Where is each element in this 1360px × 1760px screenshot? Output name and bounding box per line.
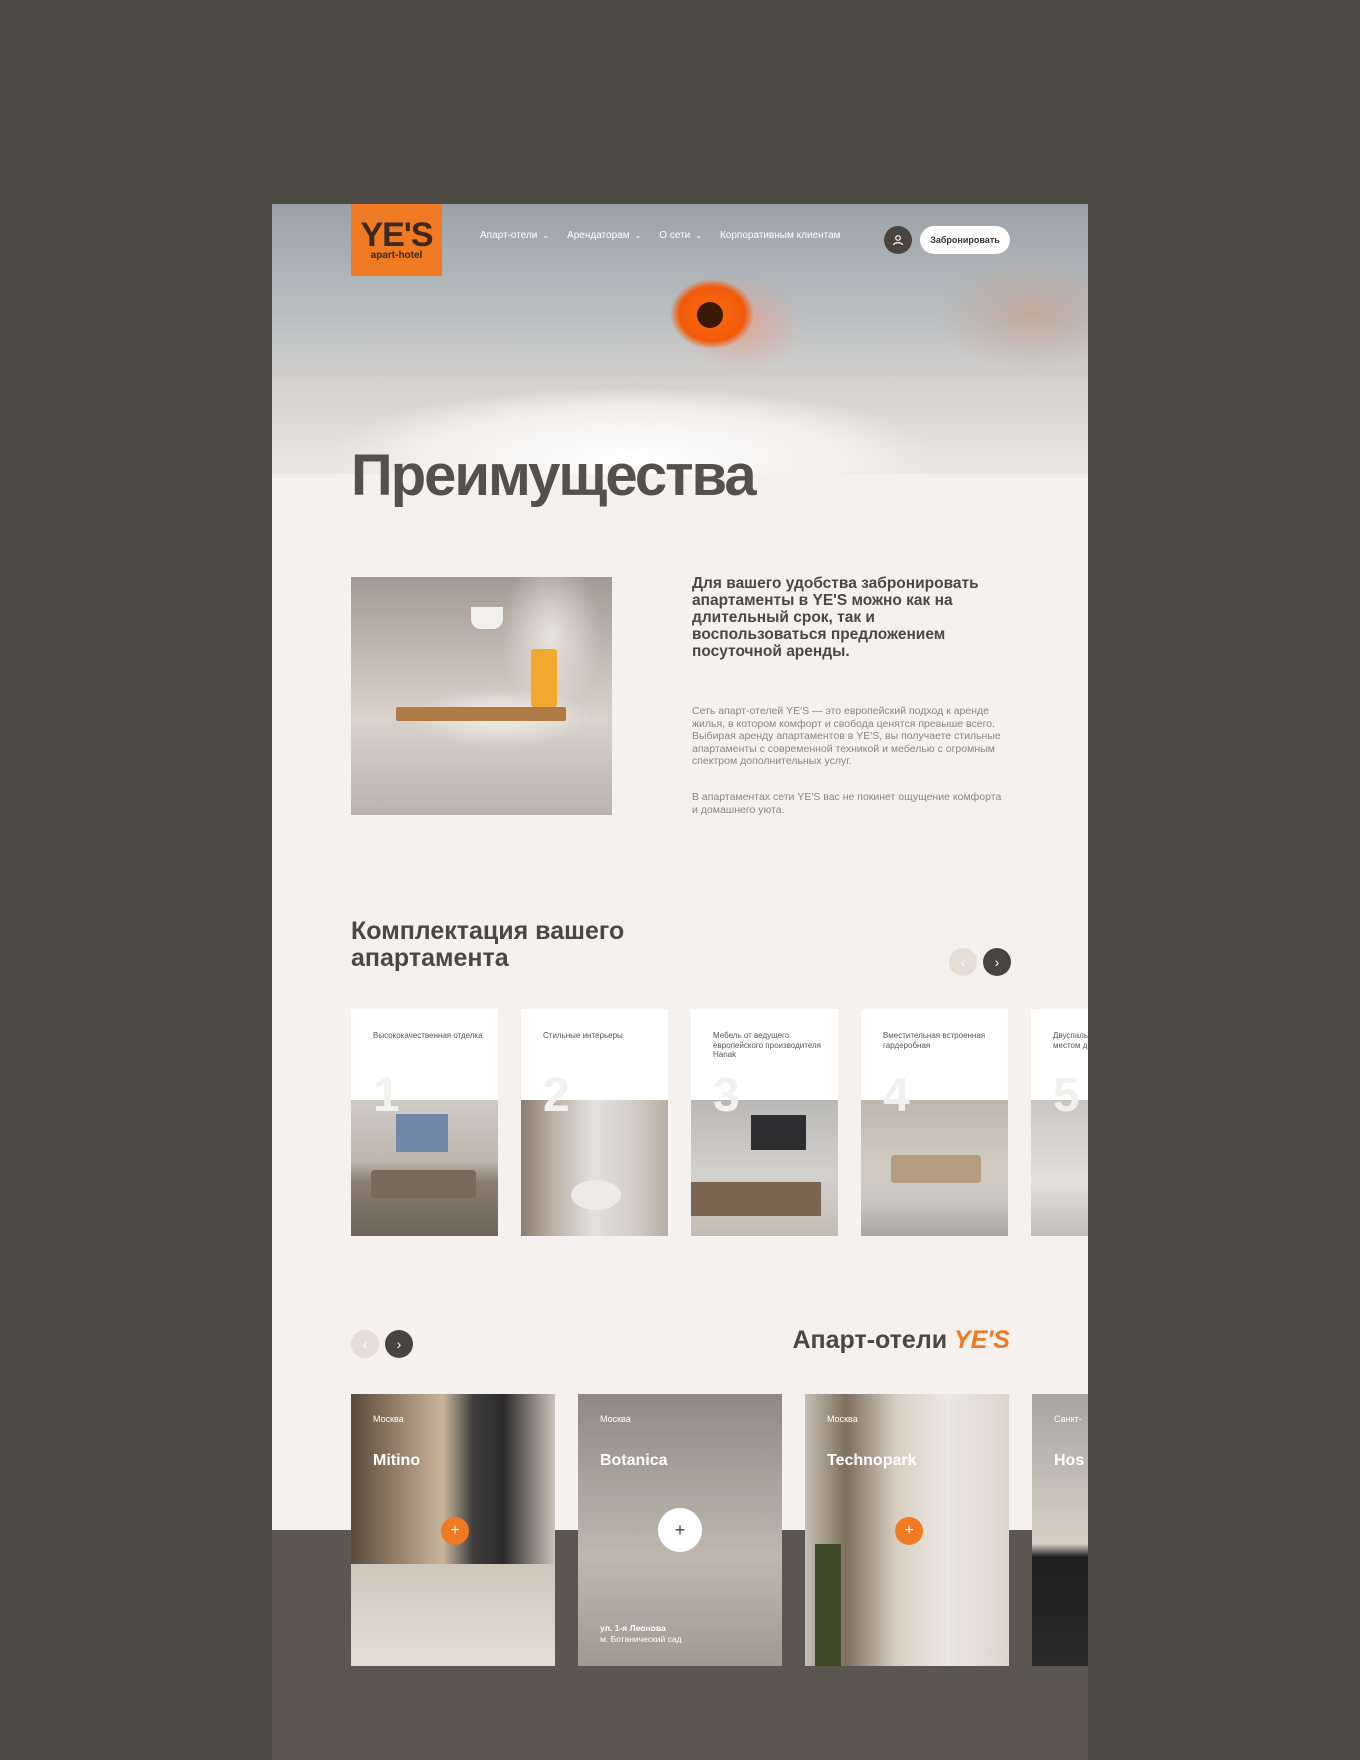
hotels-prev-button[interactable]: ‹ [351,1330,379,1358]
equipment-card-text: Двуспальная подъемная местом д [1053,1031,1088,1050]
hotel-metro: м. Ботанический сад [600,1634,682,1644]
hotels-title-brand: YE'S [954,1326,1010,1354]
equipment-title: Комплектация вашего апартамента [351,917,625,972]
sofa-shape [371,1170,476,1198]
equipment-card-number: 4 [883,1069,910,1122]
tray-shape [396,707,566,721]
hotel-plus-button[interactable]: + [441,1517,469,1545]
equipment-card-number: 5 [1053,1069,1080,1122]
equipment-card[interactable]: Мебель от ведущего европейского производ… [691,1009,838,1236]
equipment-card[interactable]: Стильные интерьеры 2 [521,1009,668,1236]
nav-item-tenants[interactable]: Арендаторам ⌄ [567,230,641,241]
hotel-plus-button[interactable]: + [658,1508,702,1552]
breakfast-photo [351,577,612,815]
painting-shape [396,1114,448,1152]
hotel-name: Technopark [827,1452,917,1469]
equipment-card-text: Мебель от ведущего европейского производ… [713,1031,821,1059]
flower-image [697,302,723,328]
cabinet-shape [691,1182,821,1216]
hotel-card[interactable]: Санкт- Hos [1032,1394,1088,1666]
hotel-card[interactable]: Москва Mitino + [351,1394,555,1666]
book-button[interactable]: Забронировать [920,226,1010,254]
logo[interactable]: YE'S apart-hotel [351,204,442,276]
table-shape [571,1180,621,1210]
chevron-down-icon: ⌄ [695,231,702,240]
equipment-card[interactable]: Двуспальная подъемная местом д 5 [1031,1009,1088,1236]
equipment-card[interactable]: Вместительная встроенная гардеробная 4 [861,1009,1008,1236]
hotels-title-text: Апарт-отели [792,1326,955,1354]
hotel-card[interactable]: Москва Botanica + ул. 1-я Леонова м. Бот… [578,1394,782,1666]
plant-shape [815,1544,841,1666]
hotel-address: ул. 1-я Леонова м. Ботанический сад [600,1623,682,1645]
equipment-card-text: Высококачественная отделка [373,1031,483,1040]
arrow-right-icon: › [396,1336,402,1352]
juice-shape [531,649,557,707]
nav-label: Корпоративным клиентам [719,230,841,241]
plus-icon: + [674,1519,686,1540]
hotel-city: Москва [600,1414,631,1424]
chevron-down-icon: ⌄ [634,231,642,240]
hotel-city: Санкт- [1054,1414,1082,1424]
plus-icon: + [904,1522,914,1539]
logo-subtitle: apart-hotel [370,250,423,261]
nav-label: О сети [659,230,691,241]
arrow-right-icon: › [994,954,1000,970]
hotel-card[interactable]: Москва Technopark + [805,1394,1009,1666]
plus-icon: + [450,1522,460,1539]
about-paragraph-1: Сеть апарт-отелей YE'S — это европейский… [692,705,1001,767]
hotels-next-button[interactable]: › [385,1330,413,1358]
nav-label: Арендаторам [567,230,630,241]
equipment-card[interactable]: Высококачественная отделка 1 [351,1009,498,1236]
hotel-name: Mitino [373,1452,421,1469]
floor-shape [351,1564,555,1666]
main-nav: Апарт-отели ⌄ Арендаторам ⌄ О сети ⌄ Кор… [480,230,859,241]
equipment-card-number: 1 [373,1069,400,1122]
logo-text: YE'S [360,216,433,254]
nav-label: Апарт-отели [480,230,538,241]
equipment-card-text: Вместительная встроенная гардеробная [883,1031,986,1050]
nav-item-corporate[interactable]: Корпоративным клиентам [720,230,841,241]
hotel-name: Botanica [600,1452,668,1469]
hotel-name: Hos [1054,1452,1085,1469]
hotel-street: ул. 1-я Леонова [600,1623,666,1633]
equipment-card-number: 3 [713,1069,740,1122]
about-paragraph-2: В апартаментах сети YE'S вас не покинет … [692,791,1002,816]
equipment-card-text: Стильные интерьеры [543,1031,623,1040]
about-lead: Для вашего удобства забронировать апарта… [692,575,979,660]
arrow-left-icon: ‹ [960,954,966,970]
nav-item-apart-hotels[interactable]: Апарт-отели ⌄ [480,230,549,241]
hotel-city: Москва [827,1414,858,1424]
cup-shape [471,607,503,629]
user-icon [892,235,904,246]
nav-item-about[interactable]: О сети ⌄ [659,230,702,241]
hotel-plus-button[interactable]: + [895,1517,923,1545]
tv-shape [751,1115,806,1150]
sofa-shape [891,1155,981,1183]
page: YE'S apart-hotel Апарт-отели ⌄ Арендатор… [272,204,1088,1760]
hotels-title: Апарт-отели YE'S [782,1326,1010,1355]
chevron-down-icon: ⌄ [542,231,550,240]
equipment-card-number: 2 [543,1069,570,1122]
arrow-left-icon: ‹ [362,1336,368,1352]
equipment-next-button[interactable]: › [983,948,1011,976]
user-button[interactable] [884,226,912,254]
page-title: Преимущества [351,443,757,508]
hotel-city: Москва [373,1414,404,1424]
equipment-prev-button[interactable]: ‹ [949,948,977,976]
